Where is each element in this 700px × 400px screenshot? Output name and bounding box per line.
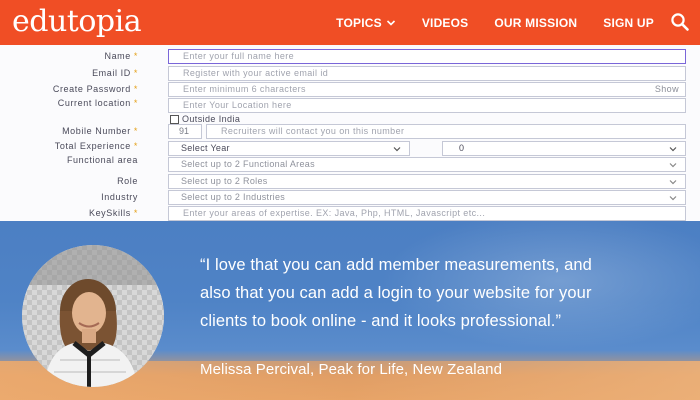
quote-line: also that you can add a login to your we…: [200, 284, 592, 302]
required-mark: *: [133, 68, 138, 78]
name-label: Name *: [104, 51, 138, 61]
required-mark: *: [133, 51, 138, 61]
keyskills-input[interactable]: Enter your areas of expertise. EX: Java,…: [168, 206, 686, 221]
name-row: Name * Enter your full name here: [0, 49, 700, 67]
experience-label: Total Experience *: [54, 141, 138, 151]
role-select[interactable]: Select up to 2 Roles: [168, 174, 686, 189]
testimonial-author: Melissa Percival, Peak for Life, New Zea…: [200, 361, 503, 378]
country-code-input[interactable]: 91: [168, 124, 202, 139]
location-input[interactable]: Enter Your Location here: [168, 98, 686, 113]
nav-videos[interactable]: VIDEOS: [422, 16, 469, 30]
required-mark: *: [133, 208, 138, 218]
person-photo-icon: [22, 245, 164, 387]
chevron-down-icon: [386, 19, 395, 26]
experience-month-select[interactable]: 0: [442, 141, 686, 156]
nav-topics-label: TOPICS: [336, 15, 382, 30]
functional-area-select[interactable]: Select up to 2 Functional Areas: [168, 157, 686, 172]
location-row: Current location * Enter Your Location he…: [0, 98, 700, 116]
industry-label: Industry: [101, 192, 138, 202]
registration-form: Name * Enter your full name here Email ID…: [0, 45, 700, 221]
required-mark: *: [133, 98, 138, 108]
name-input[interactable]: Enter your full name here: [168, 49, 686, 64]
email-label: Email ID *: [92, 68, 138, 78]
chevron-down-icon: [669, 196, 677, 201]
functional-area-row: Functional area Select up to 2 Functiona…: [0, 155, 700, 175]
quote-line: “I love that you can add member measurem…: [200, 256, 592, 274]
nav-sign-up[interactable]: SIGN UP: [603, 16, 654, 30]
main-nav: TOPICS VIDEOS OUR MISSION SIGN UP: [336, 0, 654, 45]
outside-india-label: Outside India: [182, 114, 241, 124]
testimonial-quote: “I love that you can add member measurem…: [200, 251, 680, 335]
password-label: Create Password *: [52, 84, 138, 94]
show-password-link[interactable]: Show: [655, 83, 679, 96]
mobile-label: Mobile Number *: [62, 126, 138, 136]
required-mark: *: [133, 84, 138, 94]
mobile-row: Mobile Number * 91 Recruiters will contac…: [0, 124, 700, 142]
mobile-input[interactable]: Recruiters will contact you on this numb…: [206, 124, 686, 139]
chevron-down-icon: [669, 180, 677, 185]
nav-topics[interactable]: TOPICS: [336, 16, 396, 30]
nav-our-mission[interactable]: OUR MISSION: [494, 16, 577, 30]
keyskills-row: KeySkills * Enter your areas of expertise…: [0, 206, 700, 221]
location-label: Current location *: [57, 98, 138, 108]
outside-india-checkbox[interactable]: [170, 114, 179, 124]
chevron-down-icon: [669, 147, 677, 152]
keyskills-label: KeySkills *: [88, 208, 138, 218]
experience-year-select[interactable]: Select Year: [168, 141, 410, 156]
password-input[interactable]: Enter minimum 6 characters Show: [168, 82, 686, 97]
quote-line: clients to book online - and it looks pr…: [200, 312, 562, 330]
chevron-down-icon: [393, 147, 401, 152]
chevron-down-icon: [669, 163, 677, 168]
site-header: edutopia TOPICS VIDEOS OUR MISSION SIGN …: [0, 0, 700, 45]
edutopia-logo[interactable]: edutopia: [12, 4, 142, 40]
email-input[interactable]: Register with your active email id: [168, 66, 686, 81]
required-mark: *: [133, 126, 138, 136]
testimonial-banner: “I love that you can add member measurem…: [0, 221, 700, 400]
outside-india-option[interactable]: Outside India: [170, 114, 240, 124]
industry-select[interactable]: Select up to 2 Industries: [168, 190, 686, 205]
functional-area-label: Functional area: [66, 155, 138, 165]
testimonial-avatar: [22, 245, 164, 387]
required-mark: *: [133, 141, 138, 151]
role-label: Role: [117, 176, 138, 186]
search-icon[interactable]: [670, 12, 690, 32]
